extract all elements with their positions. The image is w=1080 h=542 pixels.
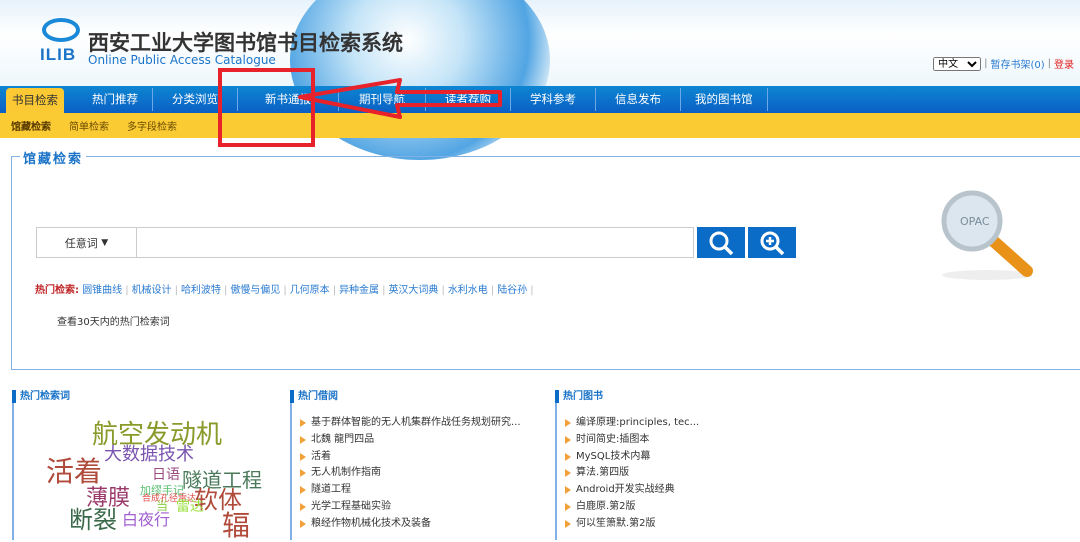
list-item[interactable]: 白鹿原.第2版 — [565, 499, 810, 516]
cloud-word[interactable]: 断裂 — [69, 508, 117, 532]
header: ILIB 西安工业大学图书馆书目检索系统 Online Public Acces… — [0, 0, 1080, 160]
hot-term[interactable]: 几何原本 — [290, 285, 330, 296]
list-item[interactable]: 活着 — [300, 449, 545, 466]
hot-term[interactable]: 异种金属 — [339, 285, 379, 296]
list-item[interactable]: 隧道工程 — [300, 482, 545, 499]
subtab-simple-search[interactable]: 简单检索 — [69, 118, 109, 133]
tab-news[interactable]: 信息发布 — [596, 88, 681, 111]
search-input[interactable] — [136, 227, 694, 258]
hot-term[interactable]: 陆谷孙 — [497, 285, 527, 296]
tab-hot-recommend[interactable]: 热门推荐 — [78, 88, 153, 111]
logo-text: ILIB — [40, 45, 77, 64]
caret-down-icon: ▼ — [101, 237, 109, 248]
zoom-plus-icon — [760, 231, 785, 255]
list-item[interactable]: 无人机制作指南 — [300, 465, 545, 482]
list-item[interactable]: 北魏 龍門四品 — [300, 432, 545, 449]
subtab-collection-search[interactable]: 馆藏检索 — [11, 118, 51, 133]
cloud-word[interactable]: 活着 — [46, 458, 102, 486]
section-title: 热门图书 — [555, 390, 810, 403]
list-item[interactable]: 时间简史:插图本 — [565, 432, 810, 449]
top-links: 中文 | 暂存书架(0) | 登录 — [933, 56, 1074, 71]
search-field-label: 任意词 — [64, 236, 98, 250]
main-nav: 书目检索 热门推荐 分类浏览 新书通报 期刊导航 读者荐购 学科参考 信息发布 … — [0, 86, 1080, 113]
search-field-select[interactable]: 任意词 ▼ — [36, 227, 136, 258]
list-item[interactable]: 基于群体智能的无人机集群作战任务规划研究... — [300, 415, 545, 432]
advanced-search-button[interactable] — [748, 227, 796, 258]
list-item[interactable]: 算法.第四版 — [565, 465, 810, 482]
magnifier-icon — [709, 231, 734, 255]
cloud-word[interactable]: 白夜行 — [122, 512, 170, 528]
hot-search-label: 热门检索: — [35, 285, 79, 296]
sub-nav: 馆藏检索 简单检索 多字段检索 — [0, 113, 1080, 138]
search-button[interactable] — [697, 227, 745, 258]
list-item[interactable]: MySQL技术内幕 — [565, 449, 810, 466]
panel-legend: 馆藏检索 — [20, 148, 87, 167]
opac-text: OPAC — [960, 215, 990, 228]
hot-term[interactable]: 水利水电 — [448, 285, 488, 296]
cloud-word[interactable]: 日语 — [152, 468, 180, 482]
list-item[interactable]: 何以笙箫默.第2版 — [565, 516, 810, 533]
subtab-multi-field-search[interactable]: 多字段检索 — [127, 118, 177, 133]
tab-category-browse[interactable]: 分类浏览 — [153, 88, 238, 111]
section-title: 热门借阅 — [290, 390, 545, 403]
hot-term[interactable]: 傲慢与偏见 — [230, 285, 280, 296]
language-select[interactable]: 中文 — [933, 56, 982, 71]
hot-search-terms: 热门检索: 圆锥曲线 | 机械设计 | 哈利波特 | 傲慢与偏见 | 几何原本 | 异种金属 | 英汉大… — [35, 285, 534, 296]
hot-borrow-section: 热门借阅 基于群体智能的无人机集群作战任务规划研究... 北魏 龍門四品 活着 … — [290, 390, 545, 540]
list-item[interactable]: 粮经作物机械化技术及装备 — [300, 516, 545, 533]
list-item[interactable]: Android开发实战经典 — [565, 482, 810, 499]
hot-words-section: 热门检索词 航空发动机 大数据技术 活着 日语 隧道工程 加缪手记 合成孔径雷达 薄膜 软体当雷… — [12, 390, 267, 540]
hot-term[interactable]: 机械设计 — [132, 285, 172, 296]
section-title: 热门检索词 — [12, 390, 267, 403]
hot-books-section: 热门图书 编译原理:principles, tec... 时间简史:插图本 My… — [555, 390, 810, 540]
tab-catalog-search[interactable]: 书目检索 — [6, 88, 64, 113]
search-bar: 任意词 ▼ — [36, 227, 796, 258]
list-item[interactable]: 编译原理:principles, tec... — [565, 415, 810, 432]
hot-term[interactable]: 哈利波特 — [181, 285, 221, 296]
collection-search-panel: 馆藏检索 任意词 ▼ 热门检索: 圆锥曲线 | 机械设计 | 哈利波特 | 傲慢与偏见 | 几何… — [11, 148, 1080, 370]
tab-subject-reference[interactable]: 学科参考 — [511, 88, 596, 111]
hot-term[interactable]: 英汉大词典 — [388, 285, 438, 296]
tab-new-books[interactable]: 新书通报 — [238, 88, 339, 111]
view-30-days-link[interactable]: 查看30天内的热门检索词 — [57, 313, 170, 328]
speech-bubble-icon — [42, 18, 80, 42]
tab-reader-recommend[interactable]: 读者荐购 — [426, 88, 511, 111]
opac-magnifier-icon: OPAC — [941, 190, 1033, 280]
login-link[interactable]: 登录 — [1054, 56, 1074, 71]
cloud-word[interactable]: 雷达 — [176, 500, 204, 514]
hot-term[interactable]: 圆锥曲线 — [82, 285, 122, 296]
cloud-word[interactable]: 大数据技术 — [104, 446, 194, 464]
list-item[interactable]: 光学工程基础实验 — [300, 499, 545, 516]
site-subtitle: Online Public Access Catalogue — [88, 53, 276, 67]
tab-my-library[interactable]: 我的图书馆 — [681, 88, 768, 111]
shelf-link[interactable]: 暂存书架(0) — [990, 56, 1044, 71]
tab-journals[interactable]: 期刊导航 — [339, 88, 426, 111]
